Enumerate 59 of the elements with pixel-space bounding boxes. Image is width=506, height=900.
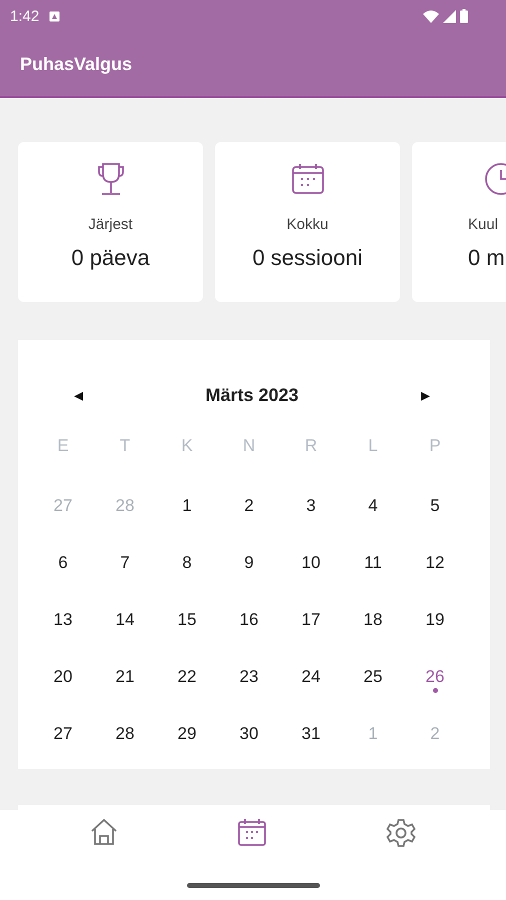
trophy-icon: [96, 162, 126, 196]
previous-month-button[interactable]: ◂: [68, 382, 89, 408]
calendar-day[interactable]: 18: [364, 610, 382, 630]
calendar-day[interactable]: 23: [240, 666, 258, 686]
calendar-day[interactable]: 12: [426, 552, 444, 572]
calendar-day[interactable]: 3: [306, 496, 316, 516]
calendar-day[interactable]: 31: [302, 724, 320, 744]
wifi-icon: [423, 10, 439, 22]
stat-label: Järjest: [88, 216, 133, 233]
calendar-day[interactable]: 29: [178, 724, 196, 744]
weekday-label: R: [304, 436, 318, 456]
calendar-day[interactable]: 8: [182, 552, 192, 572]
weekday-label: L: [368, 436, 378, 456]
weekday-label: P: [429, 436, 441, 456]
signal-icon: [443, 10, 456, 22]
calendar-day[interactable]: 13: [54, 610, 72, 630]
stat-value: 0 sessiooni: [252, 245, 363, 271]
calendar-day[interactable]: 2: [244, 496, 254, 516]
stat-label: Kuul: [468, 216, 498, 233]
battery-icon: [460, 9, 468, 23]
calendar-day[interactable]: 10: [302, 552, 320, 572]
home-icon: [90, 818, 118, 846]
next-month-button[interactable]: ▸: [415, 382, 436, 408]
stat-value: 0 mi: [468, 245, 506, 271]
calendar-day[interactable]: 11: [364, 552, 382, 572]
calendar-day[interactable]: 25: [364, 666, 382, 686]
weekday-label: E: [57, 436, 69, 456]
calendar-day[interactable]: 21: [116, 666, 134, 686]
calendar-icon: [290, 162, 324, 196]
calendar-day[interactable]: 17: [302, 610, 320, 630]
calendar-icon: [236, 818, 267, 846]
calendar-day[interactable]: 28: [116, 724, 134, 744]
weekday-label: K: [181, 436, 193, 456]
stat-value: 0 päeva: [71, 245, 150, 271]
calendar-day[interactable]: 24: [302, 666, 320, 686]
month-title: Märts 2023: [205, 384, 299, 406]
app-title: PuhasValgus: [20, 54, 132, 74]
calendar-day[interactable]: 1: [182, 496, 192, 516]
settings-icon: [386, 818, 416, 848]
calendar-day[interactable]: 26: [426, 666, 444, 686]
weekday-label: T: [120, 436, 130, 456]
stat-label: Kokku: [286, 216, 328, 233]
calendar-day[interactable]: 9: [244, 552, 254, 572]
calendar-day[interactable]: 30: [240, 724, 258, 744]
calendar-day[interactable]: 16: [240, 610, 258, 630]
calendar-day[interactable]: 22: [178, 666, 196, 686]
today-dot: [432, 688, 438, 693]
notification-icon: [49, 10, 60, 22]
calendar-day[interactable]: 5: [430, 496, 440, 516]
calendar-day[interactable]: 4: [368, 496, 378, 516]
calendar-day[interactable]: 27: [54, 724, 72, 744]
calendar-day[interactable]: 15: [178, 610, 196, 630]
calendar-day[interactable]: 20: [54, 666, 72, 686]
calendar-day[interactable]: 7: [120, 552, 130, 572]
status-time: 1:42: [10, 8, 40, 24]
calendar-day[interactable]: 6: [58, 552, 68, 572]
calendar-day[interactable]: 14: [116, 610, 134, 630]
weekday-label: N: [242, 436, 256, 456]
calendar-day[interactable]: 19: [426, 610, 444, 630]
